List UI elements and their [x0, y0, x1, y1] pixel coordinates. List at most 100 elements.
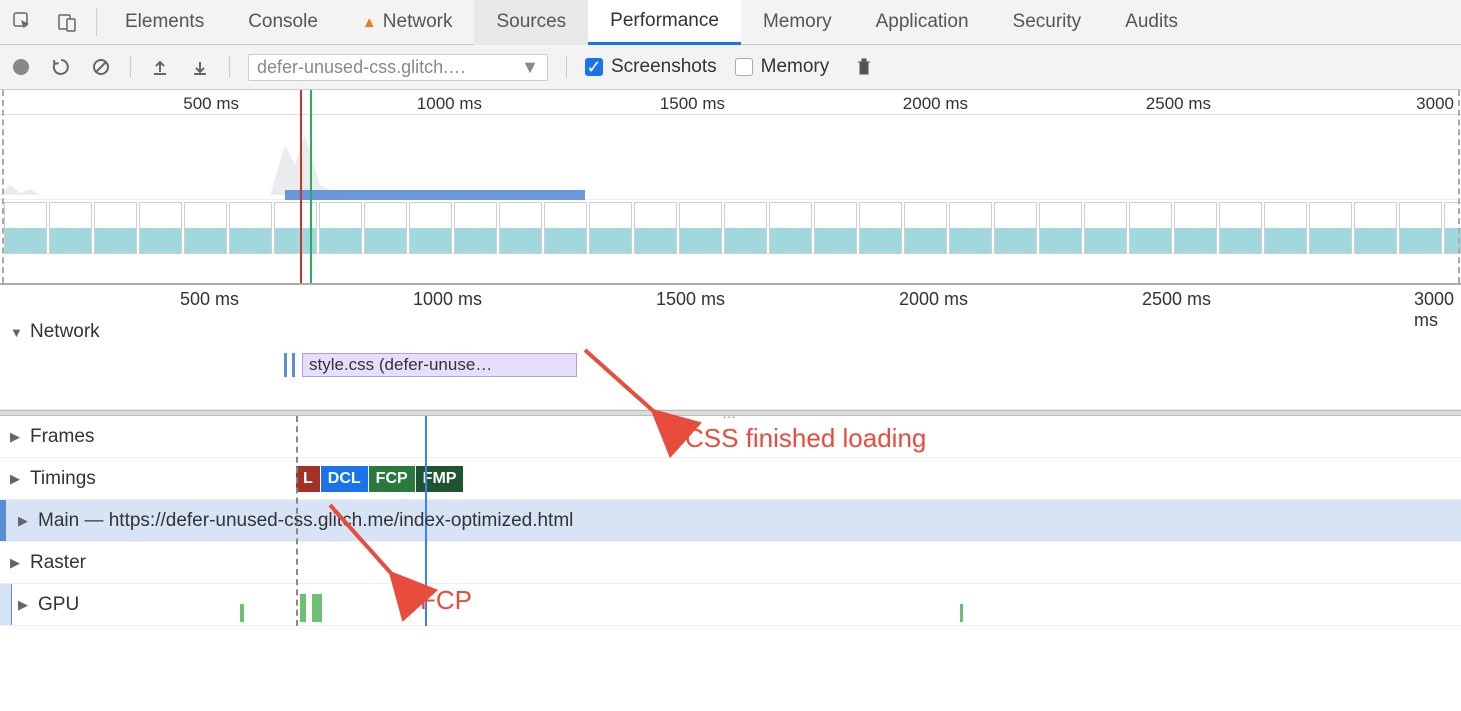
disclosure-right-icon: ▶ — [10, 429, 24, 445]
load-profile-button[interactable] — [149, 58, 171, 76]
gpu-label-text: GPU — [38, 594, 79, 616]
gpu-track[interactable]: ▶ GPU — [0, 584, 1461, 626]
screenshot-thumb[interactable] — [769, 202, 812, 254]
reload-button[interactable] — [50, 58, 72, 76]
timing-badge-L[interactable]: L — [296, 466, 320, 492]
raster-label-text: Raster — [30, 552, 86, 574]
screenshots-label: Screenshots — [611, 56, 717, 78]
ruler-tick: 2500 ms — [1146, 94, 1215, 114]
screenshot-thumb[interactable] — [544, 202, 587, 254]
checkbox-checked-icon: ✓ — [585, 58, 603, 76]
main-track[interactable]: ▶ Main — https://defer-unused-css.glitch… — [0, 500, 1461, 542]
ruler-tick: 2000 ms — [903, 94, 972, 114]
tab-security[interactable]: Security — [991, 0, 1104, 45]
record-button[interactable] — [10, 59, 32, 75]
recording-selector[interactable]: defer-unused-css.glitch.… ▼ — [248, 54, 548, 81]
screenshot-thumb[interactable] — [634, 202, 677, 254]
divider — [566, 56, 567, 78]
ruler-tick: 500 ms — [180, 289, 243, 310]
divider — [229, 56, 230, 78]
divider — [96, 8, 97, 36]
screenshot-thumb[interactable] — [229, 202, 272, 254]
timing-badge-FMP[interactable]: FMP — [416, 466, 464, 492]
screenshot-thumb[interactable] — [499, 202, 542, 254]
timing-badge-DCL[interactable]: DCL — [321, 466, 368, 492]
screenshot-thumb[interactable] — [1129, 202, 1172, 254]
track-left-margin — [0, 584, 12, 625]
frames-track[interactable]: ▶ Frames — [0, 416, 1461, 458]
tab-network[interactable]: ▲ Network — [340, 0, 475, 45]
screenshot-thumb[interactable] — [184, 202, 227, 254]
chevron-down-icon: ▼ — [521, 57, 539, 78]
ruler-tick: 2000 ms — [899, 289, 972, 310]
screenshot-thumb[interactable] — [1354, 202, 1397, 254]
network-request-prep — [284, 353, 300, 377]
tab-audits[interactable]: Audits — [1103, 0, 1200, 45]
selection-handle-left[interactable] — [2, 90, 4, 283]
ruler-tick: 1000 ms — [413, 289, 486, 310]
screenshot-thumb[interactable] — [1084, 202, 1127, 254]
raster-track-label[interactable]: ▶ Raster — [10, 552, 86, 574]
screenshot-thumb[interactable] — [1039, 202, 1082, 254]
device-toggle-icon[interactable] — [45, 0, 90, 45]
tab-elements[interactable]: Elements — [103, 0, 226, 45]
devtools-tab-bar: Elements Console ▲ Network Sources Perfo… — [0, 0, 1461, 45]
raster-track[interactable]: ▶ Raster — [0, 542, 1461, 584]
selection-range[interactable] — [285, 190, 585, 200]
tab-sources[interactable]: Sources — [474, 0, 588, 45]
clear-recording-button[interactable] — [853, 57, 875, 77]
screenshot-thumb[interactable] — [1399, 202, 1442, 254]
gpu-track-label[interactable]: ▶ GPU — [18, 594, 79, 616]
screenshot-thumb[interactable] — [949, 202, 992, 254]
clear-button[interactable] — [90, 58, 112, 76]
screenshot-thumb[interactable] — [1219, 202, 1262, 254]
main-track-label[interactable]: ▶ Main — https://defer-unused-css.glitch… — [18, 510, 573, 532]
tab-memory[interactable]: Memory — [741, 0, 854, 45]
save-profile-button[interactable] — [189, 58, 211, 76]
detail-ruler: 500 ms 1000 ms 1500 ms 2000 ms 2500 ms 3… — [0, 285, 1461, 315]
network-request-stylecss[interactable]: style.css (defer-unuse… — [302, 353, 577, 377]
network-track[interactable]: ▼ Network style.css (defer-unuse… — [0, 315, 1461, 410]
screenshots-toggle[interactable]: ✓ Screenshots — [585, 56, 717, 78]
overview-timeline[interactable]: 500 ms 1000 ms 1500 ms 2000 ms 2500 ms 3… — [0, 90, 1461, 285]
screenshot-thumb[interactable] — [859, 202, 902, 254]
screenshot-thumb[interactable] — [49, 202, 92, 254]
recording-selector-label: defer-unused-css.glitch.… — [257, 57, 466, 78]
timing-badge-FCP[interactable]: FCP — [369, 466, 415, 492]
ruler-tick: 1500 ms — [656, 289, 729, 310]
screenshot-thumb[interactable] — [814, 202, 857, 254]
filmstrip — [0, 200, 1461, 258]
screenshot-thumb[interactable] — [94, 202, 137, 254]
network-track-label[interactable]: ▼ Network — [10, 321, 100, 343]
screenshot-thumb[interactable] — [904, 202, 947, 254]
timings-track-label[interactable]: ▶ Timings — [10, 468, 96, 490]
network-label-text: Network — [30, 321, 100, 343]
gpu-activity — [960, 604, 963, 622]
frames-track-label[interactable]: ▶ Frames — [10, 426, 94, 448]
screenshot-thumb[interactable] — [454, 202, 497, 254]
timings-track[interactable]: ▶ Timings L DCL FCP FMP — [0, 458, 1461, 500]
screenshot-thumb[interactable] — [139, 202, 182, 254]
disclosure-right-icon: ▶ — [18, 597, 32, 613]
screenshot-thumb[interactable] — [4, 202, 47, 254]
screenshot-thumb[interactable] — [409, 202, 452, 254]
ruler-tick: 2500 ms — [1142, 289, 1215, 310]
timings-label-text: Timings — [30, 468, 96, 490]
screenshot-thumb[interactable] — [724, 202, 767, 254]
tab-performance[interactable]: Performance — [588, 0, 741, 45]
screenshot-thumb[interactable] — [1174, 202, 1217, 254]
memory-toggle[interactable]: Memory — [735, 56, 830, 78]
inspect-icon[interactable] — [0, 0, 45, 45]
selection-handle-right[interactable] — [1458, 90, 1460, 283]
tab-application[interactable]: Application — [854, 0, 991, 45]
screenshot-thumb[interactable] — [1309, 202, 1352, 254]
screenshot-thumb[interactable] — [364, 202, 407, 254]
flame-chart-area[interactable]: 500 ms 1000 ms 1500 ms 2000 ms 2500 ms 3… — [0, 285, 1461, 626]
screenshot-thumb[interactable] — [679, 202, 722, 254]
gpu-activity — [312, 594, 322, 622]
tab-console[interactable]: Console — [226, 0, 340, 45]
screenshot-thumb[interactable] — [994, 202, 1037, 254]
screenshot-thumb[interactable] — [319, 202, 362, 254]
screenshot-thumb[interactable] — [589, 202, 632, 254]
screenshot-thumb[interactable] — [1264, 202, 1307, 254]
